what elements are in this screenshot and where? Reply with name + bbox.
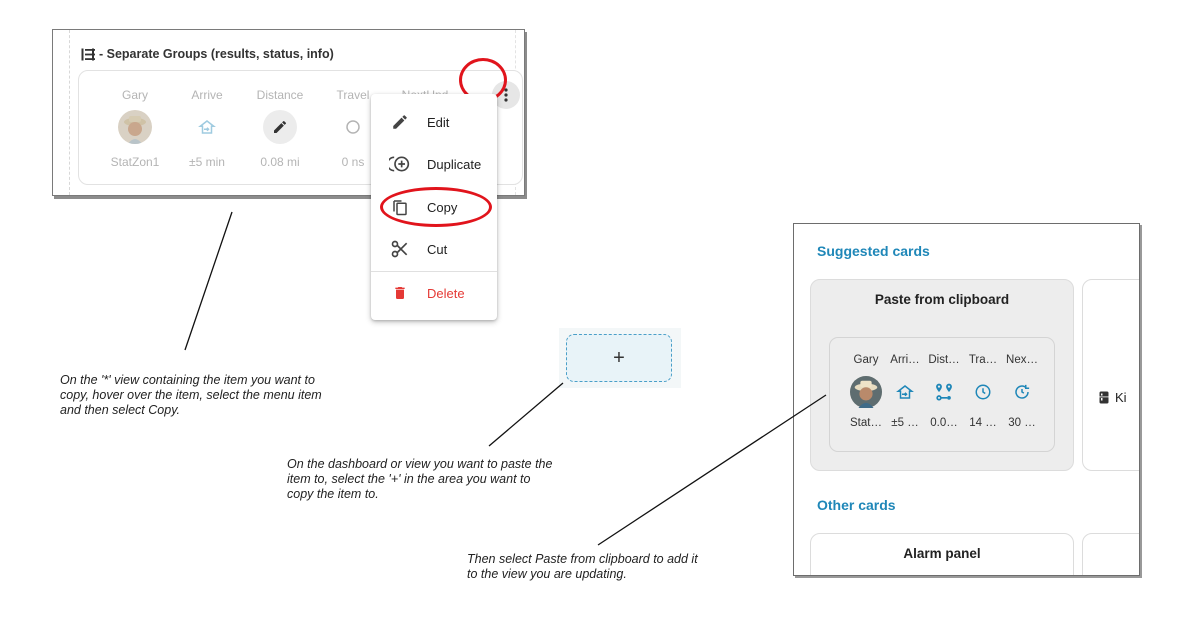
entity-arrive[interactable]: Arrive ±5 min <box>171 88 243 169</box>
preview-entities-card: Gary Stat… Arri… ±5 … Dist… 0.0… Tra… 14… <box>829 337 1055 452</box>
entity-header: Arrive <box>191 88 223 102</box>
entity-value: StatZon1 <box>110 155 160 169</box>
caption-paste-step: Then select Paste from clipboard to add … <box>467 552 698 581</box>
map-marker-distance-icon <box>928 376 960 408</box>
card-label: Ki <box>1115 390 1127 405</box>
pencil-icon <box>263 110 297 144</box>
divider <box>69 30 70 195</box>
entity-value: ±5 min <box>189 155 225 169</box>
entity-value: 0.0… <box>930 417 958 429</box>
menu-item-label: Duplicate <box>427 156 482 172</box>
person-avatar <box>850 376 882 408</box>
menu-item-duplicate[interactable]: Duplicate <box>371 144 497 184</box>
preview-entity: Dist… 0.0… <box>924 354 964 429</box>
fridge-icon <box>1099 391 1109 404</box>
pointer-line-copy <box>184 211 233 351</box>
preview-entity: Tra… 14 … <box>963 354 1003 429</box>
card-tile-title: Alarm panel <box>903 546 981 561</box>
entity-header: Dist… <box>928 354 960 366</box>
suggested-card-2-label: Ki <box>1099 390 1127 405</box>
add-card-area: + <box>559 328 681 388</box>
suggested-cards-heading: Suggested cards <box>817 243 930 259</box>
add-card-dialog: Suggested cards Paste from clipboard Gar… <box>793 223 1140 576</box>
person-avatar <box>118 110 152 144</box>
menu-item-label: Edit <box>427 114 450 130</box>
preview-entity: Arri… ±5 … <box>885 354 925 429</box>
tutorial-stage: - Separate Groups (results, status, info… <box>0 0 1200 627</box>
entity-header: Nex… <box>1006 354 1038 366</box>
duplicate-icon <box>389 153 411 175</box>
more-vert-icon <box>504 88 508 102</box>
list-icon <box>81 48 95 61</box>
pointer-line-paste <box>597 394 827 546</box>
entity-gary[interactable]: Gary StatZon1 <box>99 88 171 169</box>
entity-header: Distance <box>256 88 304 102</box>
menu-item-edit[interactable]: Edit <box>371 102 497 142</box>
update-icon <box>1006 376 1038 408</box>
card-title-text: - Separate Groups (results, status, info… <box>99 47 334 61</box>
trash-icon <box>389 282 411 304</box>
entity-value: 14 … <box>969 417 997 429</box>
highlight-ring-copy <box>380 187 492 227</box>
preview-entity: Nex… 30 … <box>1002 354 1042 429</box>
entity-header: Gary <box>853 354 879 366</box>
entity-header: Gary <box>121 88 148 102</box>
plus-icon: + <box>613 346 625 369</box>
entity-header: Tra… <box>968 354 998 366</box>
menu-divider <box>371 271 497 272</box>
suggested-card-2[interactable]: Ki <box>1082 279 1139 471</box>
menu-item-cut[interactable]: Cut <box>371 229 497 269</box>
preview-entity: Gary Stat… <box>846 354 886 429</box>
entity-value: 0.08 mi <box>260 155 300 169</box>
entity-value: Stat… <box>850 417 882 429</box>
entity-value: 30 … <box>1008 417 1036 429</box>
clock-icon <box>967 376 999 408</box>
caption-copy-step: On the '*' view containing the item you … <box>60 373 322 417</box>
home-import-icon <box>190 110 224 144</box>
clock-icon <box>336 110 370 144</box>
add-card-button[interactable]: + <box>566 334 672 382</box>
pencil-icon <box>389 111 411 133</box>
menu-item-label: Cut <box>427 241 448 257</box>
entity-value: ±5 … <box>891 417 919 429</box>
pointer-line-plus <box>488 382 564 447</box>
card-title: - Separate Groups (results, status, info… <box>81 47 334 61</box>
paste-from-clipboard-card[interactable]: Paste from clipboard Gary Stat… Arri… ±5… <box>810 279 1074 471</box>
alarm-panel-card[interactable]: Alarm panel <box>810 533 1074 575</box>
menu-item-delete[interactable]: Delete <box>371 273 497 313</box>
caption-plus-step: On the dashboard or view you want to pas… <box>287 457 553 501</box>
entity-distance[interactable]: Distance 0.08 mi <box>244 88 316 169</box>
other-card-2[interactable] <box>1082 533 1139 575</box>
scissors-icon <box>389 238 411 260</box>
card-tile-title: Paste from clipboard <box>874 292 1010 307</box>
entity-header: Arri… <box>890 354 920 366</box>
menu-item-label: Delete <box>427 285 465 301</box>
home-import-icon <box>889 376 921 408</box>
other-cards-heading: Other cards <box>817 497 896 513</box>
